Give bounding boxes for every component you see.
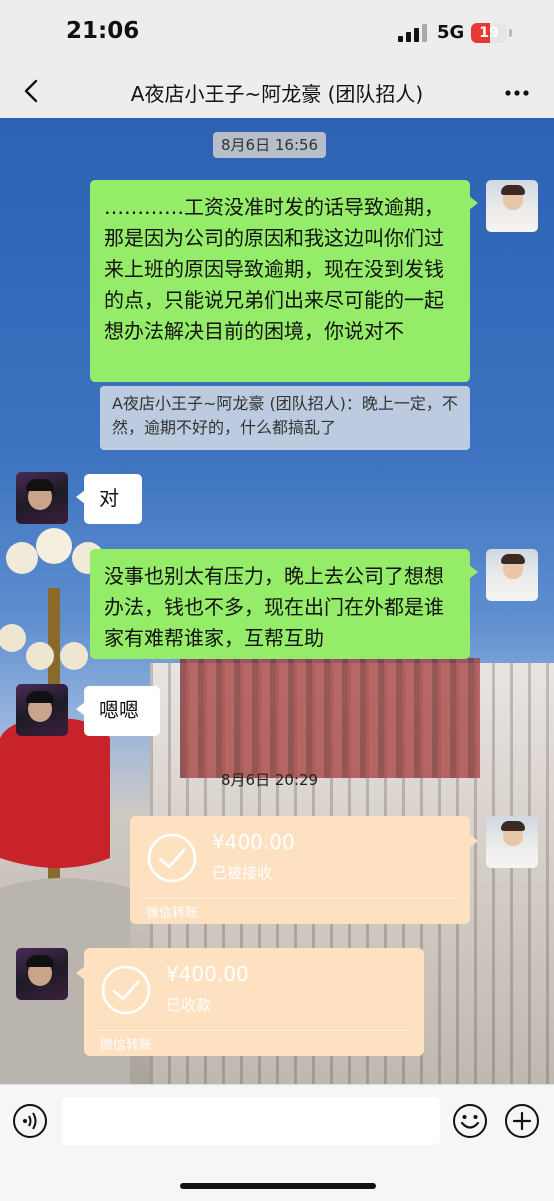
- message-bubble-received[interactable]: 对: [76, 474, 142, 524]
- battery-icon: 19: [471, 23, 507, 43]
- voice-icon[interactable]: [12, 1103, 48, 1139]
- check-circle-icon: [101, 965, 151, 1015]
- check-circle-icon: [147, 833, 197, 883]
- avatar[interactable]: [486, 816, 538, 868]
- avatar[interactable]: [486, 180, 538, 232]
- chat-header: A夜店小王子~阿龙豪 (团队招人): [0, 66, 554, 118]
- transfer-status: 已被接收: [212, 864, 273, 882]
- plus-icon[interactable]: [504, 1103, 540, 1139]
- status-bar: 21:06 5G 19: [0, 0, 554, 66]
- timestamp: 8月6日 20:29: [221, 771, 319, 789]
- signal-icon: [398, 24, 428, 42]
- emoji-icon[interactable]: [452, 1103, 488, 1139]
- more-horizontal-icon[interactable]: [502, 78, 532, 108]
- transfer-amount: ¥400.00: [212, 830, 295, 854]
- message-bubble-sent[interactable]: …………工资没准时发的话导致逾期，那是因为公司的原因和我这边叫你们过来上班的原因…: [90, 180, 478, 382]
- timestamp: 8月6日 16:56: [213, 132, 327, 158]
- transfer-amount: ¥400.00: [166, 962, 249, 986]
- message-bubble-sent[interactable]: 没事也别太有压力，晚上去公司了想想办法，钱也不多，现在出门在外都是谁家有难帮谁家…: [90, 549, 478, 659]
- chat-title: A夜店小王子~阿龙豪 (团队招人): [130, 82, 424, 106]
- transfer-status: 已收款: [166, 996, 212, 1014]
- message-list[interactable]: 8月6日 16:56 …………工资没准时发的话导致逾期，那是因为公司的原因和我这…: [0, 118, 554, 1084]
- transfer-card-sent[interactable]: ¥400.00 已被接收 微信转账: [130, 816, 478, 924]
- transfer-label: 微信转账: [146, 906, 199, 921]
- transfer-card-received[interactable]: ¥400.00 已收款 微信转账: [76, 948, 424, 1056]
- message-input[interactable]: [62, 1097, 440, 1145]
- wallpaper-red-palace: [180, 658, 480, 778]
- avatar[interactable]: [16, 472, 68, 524]
- quoted-message[interactable]: A夜店小王子~阿龙豪 (团队招人)：晚上一定，不然，逾期不好的，什么都搞乱了: [100, 386, 470, 450]
- network-label: 5G: [437, 22, 465, 43]
- home-indicator[interactable]: [180, 1183, 376, 1189]
- clock: 21:06: [66, 18, 140, 44]
- avatar[interactable]: [16, 948, 68, 1000]
- transfer-label: 微信转账: [100, 1038, 153, 1053]
- input-bar: [0, 1084, 554, 1201]
- avatar[interactable]: [486, 549, 538, 601]
- battery-level: 19: [479, 25, 499, 41]
- avatar[interactable]: [16, 684, 68, 736]
- chevron-left-icon[interactable]: [18, 76, 48, 106]
- message-bubble-received[interactable]: 嗯嗯: [76, 686, 160, 736]
